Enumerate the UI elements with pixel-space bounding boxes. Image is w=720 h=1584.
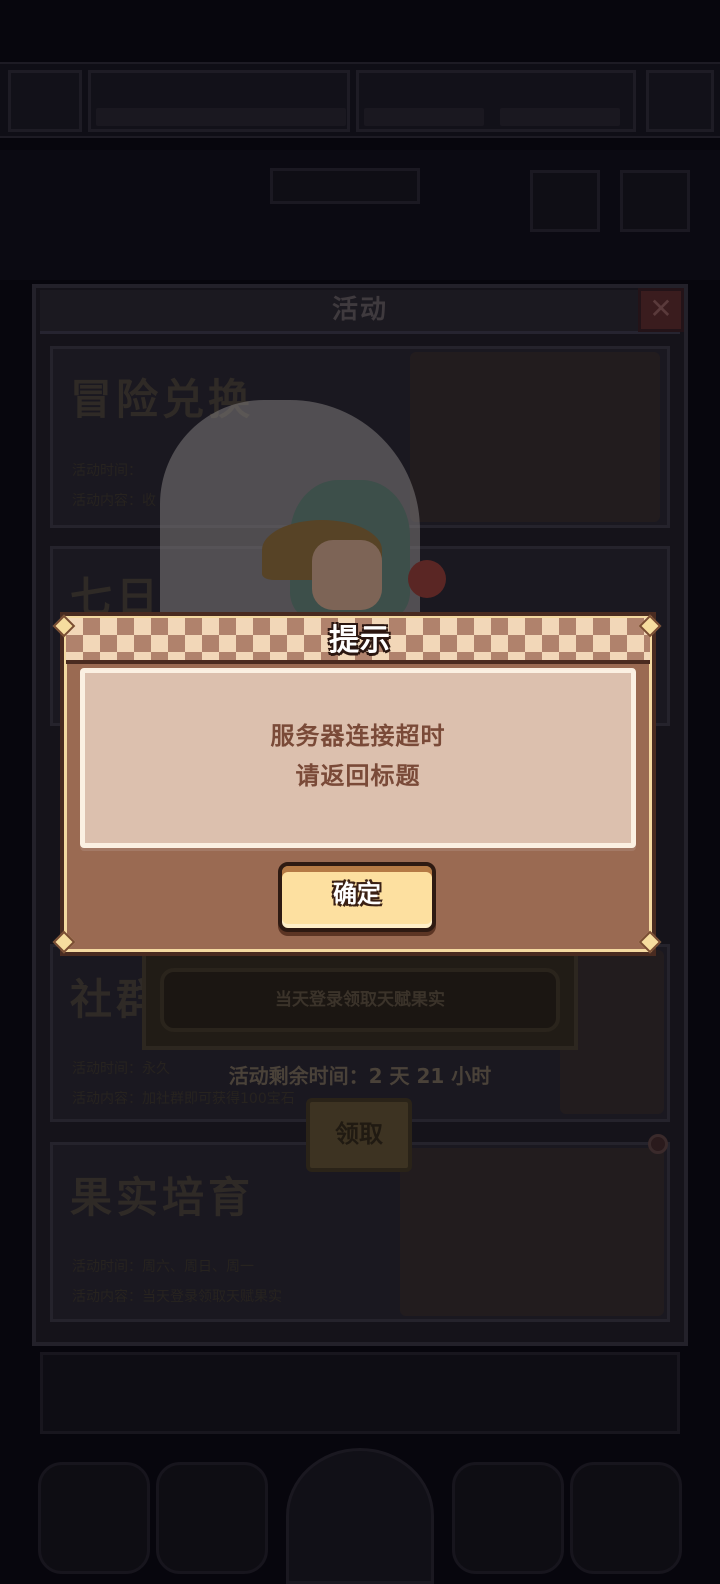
close-icon[interactable]: ✕ (638, 288, 684, 332)
fruit-art (408, 560, 446, 598)
alert-message-line-1: 服务器连接超时 (270, 722, 446, 750)
character-face-art (312, 540, 382, 610)
notification-dot-icon (648, 1134, 668, 1154)
stage-shortcut-2[interactable] (620, 170, 690, 232)
exp-bar (96, 108, 346, 126)
activity-card-content: 活动内容：收 (72, 493, 156, 509)
activity-card-title: 果实培育 (70, 1173, 255, 1222)
activity-card-time: 活动时间： (72, 463, 142, 479)
activity-card-content: 活动内容：当天登录领取天赋果实 (72, 1289, 282, 1305)
nav-button-center[interactable] (286, 1448, 434, 1584)
remaining-time: 活动剩余时间：2 天 21 小时 (228, 1064, 492, 1088)
alert-dialog-title: 提示 (329, 623, 391, 658)
bottom-shelf (40, 1352, 680, 1434)
claim-button[interactable]: 领取 (306, 1098, 412, 1172)
alert-message-line-2: 请返回标题 (295, 762, 421, 790)
activity-card-art (410, 352, 660, 522)
nav-button-1[interactable] (38, 1462, 150, 1574)
nav-button-2[interactable] (156, 1462, 268, 1574)
activity-panel-title: 活动 (331, 295, 388, 325)
coin-counter (500, 108, 620, 126)
stage-shortcut-1[interactable] (530, 170, 600, 232)
reward-description: 当天登录领取天赋果实 (160, 968, 560, 1032)
menu-button[interactable] (646, 70, 714, 132)
activity-card-art (400, 1148, 664, 1316)
activity-card-content: 活动内容：加社群即可获得100宝石 (72, 1091, 295, 1107)
activity-card-time: 活动时间：周六、周日、周一 (72, 1259, 254, 1275)
player-avatar-frame[interactable] (8, 70, 82, 132)
nav-button-4[interactable] (452, 1462, 564, 1574)
confirm-button-label[interactable]: 确定 (278, 862, 436, 926)
stage-banner (270, 168, 420, 204)
gem-counter (364, 108, 484, 126)
nav-button-5[interactable] (570, 1462, 682, 1574)
